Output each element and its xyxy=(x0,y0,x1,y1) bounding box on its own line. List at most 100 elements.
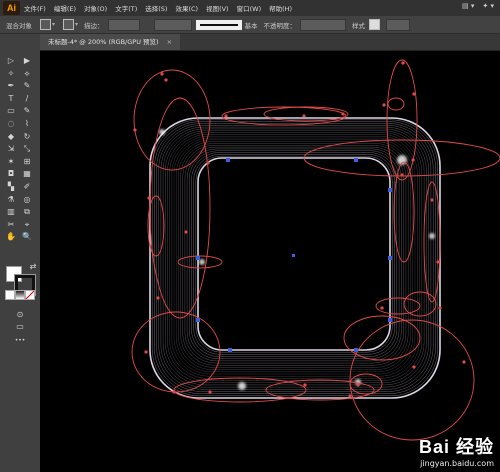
hand-tool-icon[interactable]: ✋ xyxy=(6,232,16,242)
variable-width-field[interactable] xyxy=(153,18,192,31)
direct-selection-tool-icon[interactable]: ▶ xyxy=(22,56,32,66)
blend-artwork[interactable] xyxy=(40,51,500,472)
none-mode-button[interactable] xyxy=(25,290,35,300)
guide-point xyxy=(380,306,384,310)
guide-ellipse xyxy=(265,379,375,401)
lasso-tool-icon[interactable]: ⟡ xyxy=(22,69,32,79)
style-options-field[interactable] xyxy=(386,18,411,31)
artboard-canvas[interactable]: Bai 经验 jingyan.baidu.com xyxy=(40,51,500,472)
shape-builder-tool-icon[interactable]: ⊞ xyxy=(22,157,32,167)
symbol-sprayer-tool-icon[interactable]: ◎ xyxy=(22,195,32,205)
paintbrush-tool-icon[interactable]: ✎ xyxy=(22,106,32,116)
zoom-tool-icon[interactable]: 🔍 xyxy=(22,232,32,242)
pencil-tool-icon[interactable]: ⌇ xyxy=(22,119,32,129)
anchor-point xyxy=(388,256,392,260)
guide-point xyxy=(303,383,307,387)
stroke-dropdown-icon[interactable]: ▾ xyxy=(75,21,78,28)
guide-point xyxy=(160,72,164,76)
brush-preview[interactable] xyxy=(195,19,242,30)
shaper-tool-icon[interactable]: ◌ xyxy=(6,119,16,129)
line-segment-tool-icon[interactable]: / xyxy=(22,94,32,104)
scale-tool-icon[interactable]: ⇲ xyxy=(6,144,16,154)
document-tab-title: 未标题-4* @ 200% (RGB/GPU 预览) xyxy=(48,38,159,46)
glint xyxy=(238,382,246,390)
rotate-tool-icon[interactable]: ↻ xyxy=(22,132,32,142)
fill-dropdown-icon[interactable]: ▾ xyxy=(52,21,55,28)
free-transform-tool-icon[interactable]: ✶ xyxy=(6,157,16,167)
menu-edit[interactable]: 编辑(E) xyxy=(54,3,76,13)
guide-ellipse xyxy=(149,97,211,319)
center-point xyxy=(292,254,295,257)
guide-point xyxy=(147,196,151,200)
swap-fill-stroke-icon[interactable]: ⇄ xyxy=(28,262,38,272)
anchor-point xyxy=(354,348,358,352)
glint xyxy=(429,233,435,239)
menu-object[interactable]: 对象(O) xyxy=(84,3,107,13)
menu-file[interactable]: 文件(F) xyxy=(24,3,46,13)
watermark-url: jingyan.baidu.com xyxy=(420,459,494,468)
guide-point xyxy=(133,128,137,132)
opacity-label: 不透明度： xyxy=(263,21,297,30)
perspective-grid-tool-icon[interactable]: ◘ xyxy=(6,169,16,179)
watermark-brand: Bai 经验 xyxy=(418,437,494,457)
anchor-point xyxy=(388,188,392,192)
gradient-mode-button[interactable] xyxy=(15,290,25,300)
guide-ellipse xyxy=(387,97,405,111)
opacity-field[interactable] xyxy=(300,18,347,31)
guide-point xyxy=(462,360,466,364)
slice-tool-icon[interactable]: ✂ xyxy=(6,220,16,230)
anchor-point xyxy=(196,256,200,260)
control-bar: 混合对象 ▾ ▾ 描边： 基本 不透明度： 样式 xyxy=(0,16,500,34)
selection-tool-icon[interactable]: ▷ xyxy=(6,56,16,66)
guide-point xyxy=(430,198,434,202)
stroke-weight-field[interactable] xyxy=(107,18,140,31)
artboard-tool-icon[interactable]: ⧉ xyxy=(22,207,32,217)
color-mode-button[interactable] xyxy=(5,290,15,300)
menu-window[interactable]: 窗口(W) xyxy=(237,3,262,13)
guide-point xyxy=(206,161,210,165)
mesh-tool-icon[interactable]: ▦ xyxy=(22,169,32,179)
gradient-tool-icon[interactable]: ▚ xyxy=(6,182,16,192)
anchor-point xyxy=(228,348,232,352)
stroke-swatch[interactable] xyxy=(63,19,75,30)
edit-toolbar-button[interactable]: ••• xyxy=(13,336,27,346)
menu-select[interactable]: 选择(S) xyxy=(145,3,167,13)
drawing-mode-icon[interactable]: ⊙ xyxy=(13,310,27,320)
close-icon[interactable]: × xyxy=(167,38,172,46)
width-tool-icon[interactable]: ⤡ xyxy=(22,144,32,154)
type-tool-icon[interactable]: T xyxy=(6,94,16,104)
blend-tool-icon[interactable]: ⚗ xyxy=(6,195,16,205)
guide-point xyxy=(412,365,416,369)
anchor-point xyxy=(354,158,358,162)
anchor-point xyxy=(388,318,392,322)
pen-tool-icon[interactable]: ✒ xyxy=(6,81,16,91)
menu-view[interactable]: 视图(V) xyxy=(206,3,229,13)
screen-mode-icon[interactable]: ▭ xyxy=(13,322,27,332)
eyedropper-tool-icon[interactable]: ✐ xyxy=(22,182,32,192)
document-tab-bar: 未标题-4* @ 200% (RGB/GPU 预览) × xyxy=(40,34,500,51)
eraser-tool-icon[interactable]: ◆ xyxy=(6,132,16,142)
guide-ellipse xyxy=(403,291,437,317)
style-label: 样式 xyxy=(352,21,366,30)
blend-rings xyxy=(149,117,441,399)
anchor-point xyxy=(196,318,200,322)
guide-ellipse xyxy=(375,297,421,315)
menu-effect[interactable]: 效果(C) xyxy=(175,3,198,13)
fill-swatch[interactable] xyxy=(40,19,51,30)
document-tab[interactable]: 未标题-4* @ 200% (RGB/GPU 预览) × xyxy=(40,34,181,50)
curvature-tool-icon[interactable]: ✎ xyxy=(22,81,32,91)
menu-type[interactable]: 文字(T) xyxy=(115,3,137,13)
guide-ellipse xyxy=(263,106,349,122)
column-graph-tool-icon[interactable]: ▥ xyxy=(6,207,16,217)
guide-point xyxy=(341,112,345,116)
highlight-glints xyxy=(159,129,435,390)
arrange-documents-button[interactable]: ✦ ▾ xyxy=(482,2,494,10)
graphic-style-swatch[interactable] xyxy=(369,19,381,30)
guide-point xyxy=(348,394,352,398)
rectangle-tool-icon[interactable]: ▭ xyxy=(6,106,16,116)
magic-wand-tool-icon[interactable]: ✧ xyxy=(6,69,16,79)
hand-move-tool-icon[interactable]: ⌖ xyxy=(22,220,32,230)
workspace-switcher[interactable]: ▤ ▾ xyxy=(462,2,474,10)
guide-point xyxy=(224,114,228,118)
menu-help[interactable]: 帮助(H) xyxy=(269,3,292,13)
